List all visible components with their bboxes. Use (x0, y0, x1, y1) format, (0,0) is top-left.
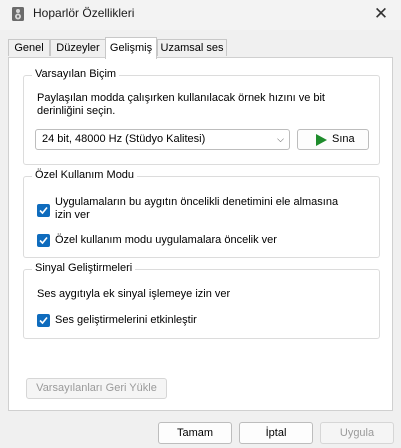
tab-panel: Varsayılan Biçim Paylaşılan modda çalışı… (8, 57, 393, 411)
test-button[interactable]: Sına (297, 129, 369, 150)
signal-enhancements-group: Sinyal Geliştirmeleri Ses aygıtıyla ek s… (23, 262, 380, 339)
format-select[interactable]: 24 bit, 48000 Hz (Stüdyo Kalitesi) ⌵ (35, 129, 290, 150)
close-button[interactable]: ✕ (367, 2, 395, 26)
exclusive-control-label-line1: Uygulamaların bu aygıtın öncelikli denet… (55, 196, 339, 208)
play-icon (315, 134, 327, 149)
cancel-button[interactable]: İptal (239, 422, 313, 444)
tab-spatial-sound[interactable]: Uzamsal ses (157, 39, 227, 56)
format-description-line1: Paylaşılan modda çalışırken kullanılacak… (37, 92, 325, 104)
close-icon: ✕ (373, 4, 389, 23)
chevron-down-icon: ⌵ (277, 134, 284, 144)
format-select-value: 24 bit, 48000 Hz (Stüdyo Kalitesi) (42, 133, 206, 145)
group-title: Varsayılan Biçim (32, 68, 120, 80)
speaker-icon (11, 6, 25, 22)
group-title: Özel Kullanım Modu (32, 169, 138, 181)
exclusive-priority-label: Özel kullanım modu uygulamalara öncelik … (55, 234, 277, 246)
title-bar: Hoparlör Özellikleri ✕ (0, 0, 401, 30)
tab-label: Düzeyler (56, 42, 100, 54)
default-format-group: Varsayılan Biçim Paylaşılan modda çalışı… (23, 68, 380, 165)
tab-levels[interactable]: Düzeyler (50, 39, 106, 56)
test-button-label: Sına (332, 133, 355, 145)
signal-description: Ses aygıtıyla ek sinyal işlemeye izin ve… (37, 288, 231, 300)
restore-defaults-label: Varsayılanları Geri Yükle (36, 382, 157, 394)
enable-enhancements-checkbox[interactable] (37, 314, 50, 327)
tab-label: Genel (14, 42, 44, 54)
enable-enhancements-label: Ses geliştirmelerini etkinleştir (55, 314, 197, 326)
apply-label: Uygula (339, 427, 375, 439)
exclusive-priority-checkbox[interactable] (37, 234, 50, 247)
apply-button[interactable]: Uygula (320, 422, 394, 444)
window-title: Hoparlör Özellikleri (33, 6, 135, 20)
exclusive-control-label-line2: izin ver (55, 209, 90, 221)
tab-label: Gelişmiş (109, 42, 153, 54)
cancel-label: İptal (265, 427, 287, 439)
ok-button[interactable]: Tamam (158, 422, 232, 444)
tab-label: Uzamsal ses (160, 42, 224, 54)
exclusive-mode-group: Özel Kullanım Modu Uygulamaların bu aygı… (23, 169, 380, 258)
format-description-line2: derinliğini seçin. (37, 105, 116, 117)
restore-defaults-button[interactable]: Varsayılanları Geri Yükle (26, 378, 167, 399)
group-title: Sinyal Geliştirmeleri (32, 262, 136, 274)
tab-general[interactable]: Genel (8, 39, 50, 56)
exclusive-control-checkbox[interactable] (37, 204, 50, 217)
tab-advanced[interactable]: Gelişmiş (105, 37, 157, 59)
ok-label: Tamam (176, 427, 214, 439)
